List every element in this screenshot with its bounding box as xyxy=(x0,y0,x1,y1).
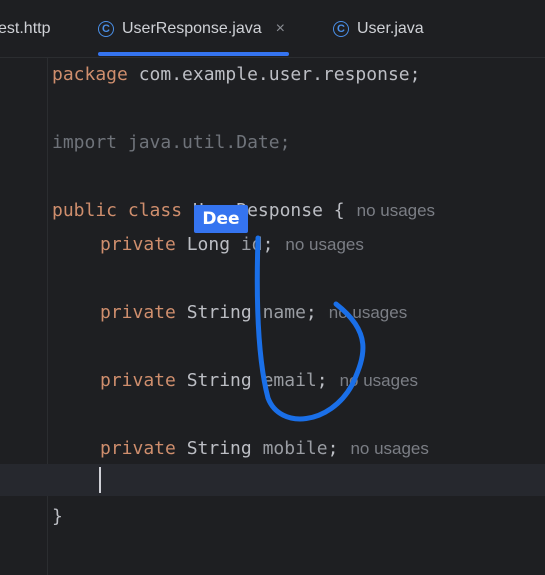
autocomplete-tooltip: Dee xyxy=(194,205,248,233)
annotation-stroke xyxy=(254,235,366,422)
